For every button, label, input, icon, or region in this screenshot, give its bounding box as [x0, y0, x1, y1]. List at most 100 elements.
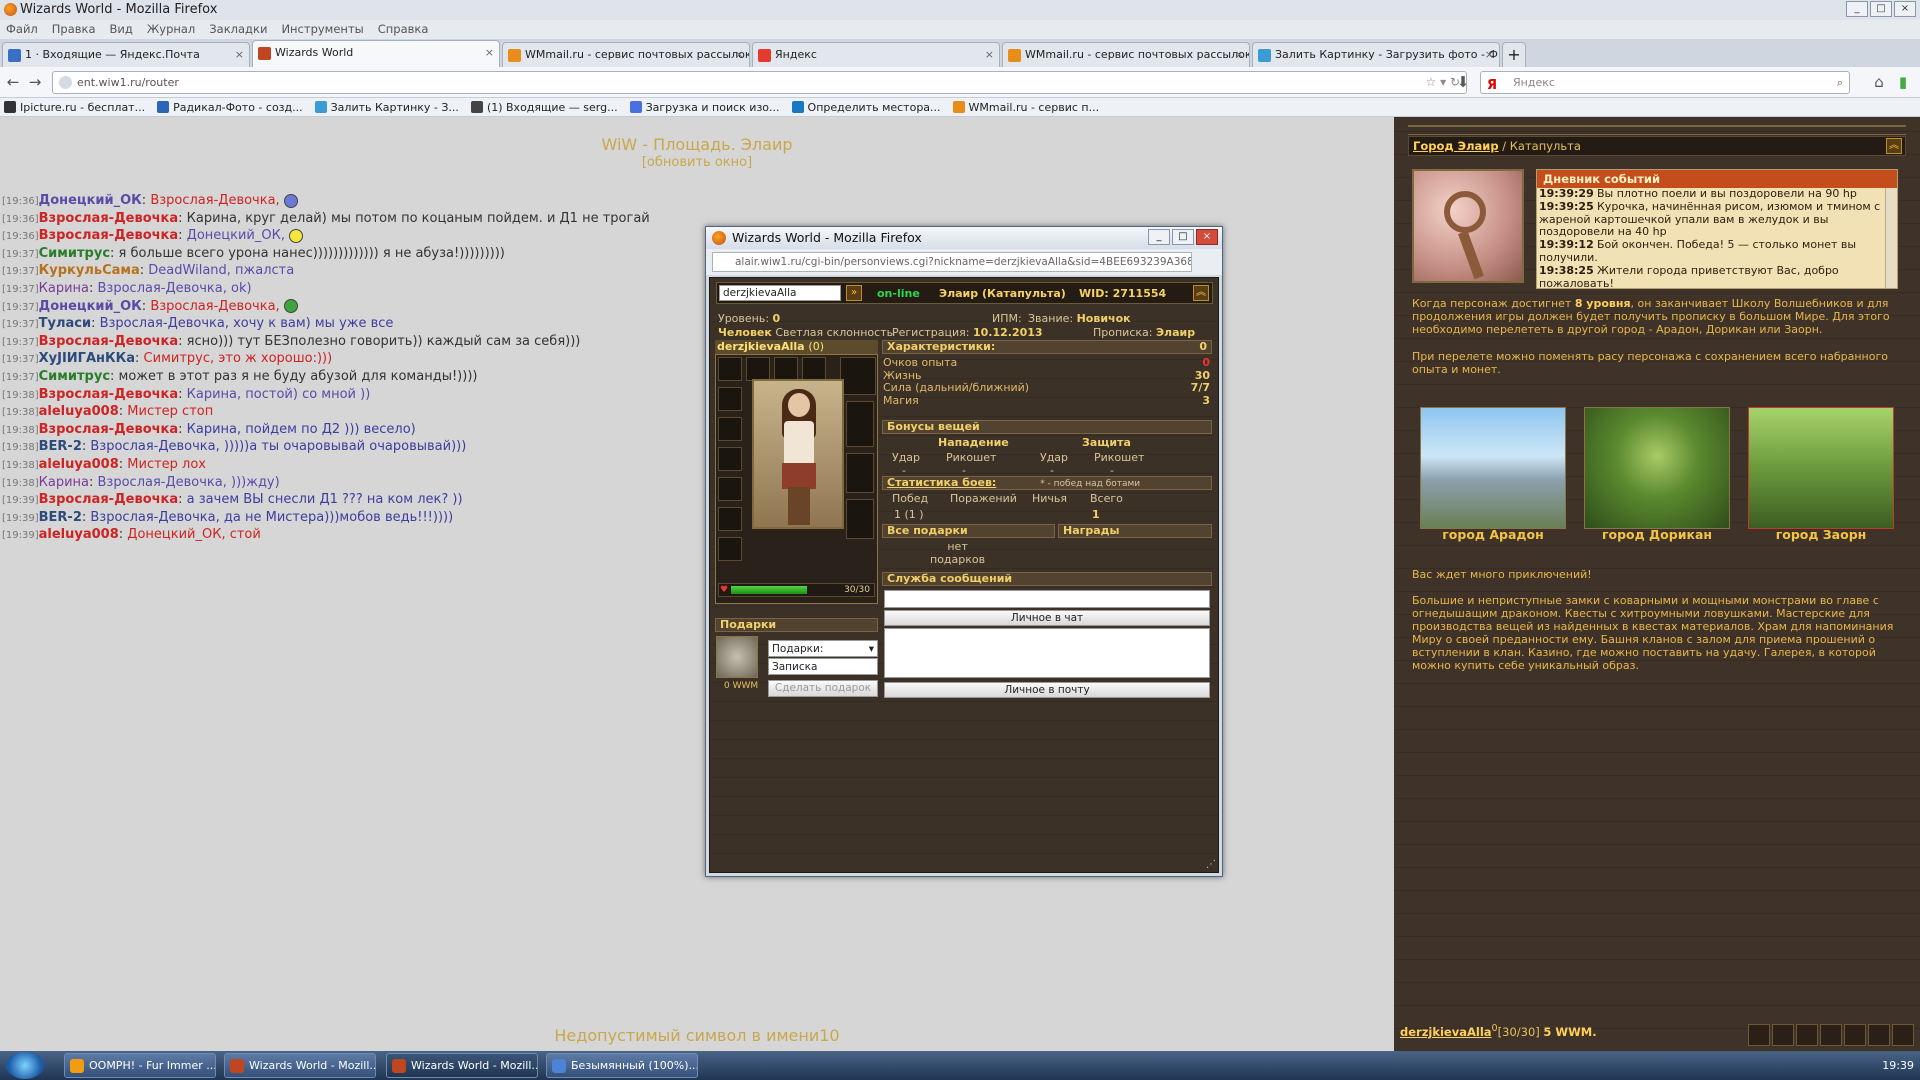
make-gift-button[interactable]: Сделать подарок: [768, 680, 878, 697]
tab-4[interactable]: WMmail.ru - сервис почтовых рассылок... ×: [1002, 42, 1250, 67]
tab-close-icon[interactable]: ×: [485, 41, 494, 65]
chat-nick[interactable]: aleluya008: [39, 527, 119, 542]
diary-scrollbar[interactable]: [1885, 188, 1897, 288]
popup-minimize-button[interactable]: _: [1148, 229, 1170, 245]
chat-nick[interactable]: Симитрус: [39, 369, 110, 384]
shield-slot[interactable]: [846, 453, 874, 493]
chat-nick[interactable]: Взрослая-Девочка: [39, 387, 179, 402]
taskbar-item[interactable]: Wizards World - Mozill...: [386, 1053, 538, 1078]
chat-nick[interactable]: Взрослая-Девочка: [39, 228, 179, 243]
city-dorikan-label[interactable]: город Дорикан: [1577, 527, 1737, 542]
armor-slot[interactable]: [846, 499, 874, 539]
chat-nick[interactable]: Взрослая-Девочка: [39, 334, 179, 349]
tab-1[interactable]: Wizards World ×: [252, 40, 500, 67]
tab-close-icon[interactable]: ×: [1485, 43, 1494, 67]
start-button[interactable]: [6, 1052, 44, 1079]
menu-file[interactable]: Файл: [6, 20, 38, 39]
chat-nick[interactable]: Карина: [39, 475, 89, 490]
bookmark-item[interactable]: Радикал-Фото - созд...: [157, 98, 303, 116]
gift-select[interactable]: Подарки: ▾: [768, 640, 878, 657]
tab-close-icon[interactable]: ×: [735, 43, 744, 67]
private-chat-button[interactable]: Личное в чат: [884, 610, 1210, 626]
bookmark-item[interactable]: WMmail.ru - сервис п...: [952, 98, 1099, 116]
city-aradon-label[interactable]: город Арадон: [1413, 527, 1573, 542]
tab-close-icon[interactable]: ×: [235, 43, 244, 67]
bookmark-item[interactable]: Залить Картинку - З...: [314, 98, 459, 116]
tab-5[interactable]: Залить Картинку - Загрузить фото - Ф... ×: [1252, 42, 1500, 67]
equip-slot[interactable]: [718, 417, 742, 441]
new-tab-button[interactable]: +: [1502, 42, 1526, 67]
menu-edit[interactable]: Правка: [52, 20, 96, 39]
fight-stats-title[interactable]: Статистика боев:: [887, 476, 996, 489]
download-icon[interactable]: ⬇: [1454, 73, 1472, 91]
menu-view[interactable]: Вид: [110, 20, 133, 39]
private-mail-button[interactable]: Личное в почту: [884, 682, 1210, 698]
note-input[interactable]: Записка: [768, 658, 878, 675]
bookmark-item[interactable]: Определить местора...: [791, 98, 941, 116]
menu-history[interactable]: Журнал: [147, 20, 195, 39]
chat-nick[interactable]: Донецкий_ОК: [39, 193, 142, 208]
equip-slot[interactable]: [718, 537, 742, 561]
equip-slot[interactable]: [746, 357, 770, 381]
resize-grip-icon[interactable]: ⋰: [1206, 859, 1216, 870]
chat-nick[interactable]: aleluya008: [39, 457, 119, 472]
url-bar[interactable]: ent.wiw1.ru/router ☆ ▾ ↻: [52, 71, 1467, 94]
chat-nick[interactable]: aleluya008: [39, 404, 119, 419]
equip-slot[interactable]: [718, 357, 742, 381]
mail-message-textarea[interactable]: [884, 628, 1210, 678]
nickname-input[interactable]: derzjkievaAlla: [719, 285, 841, 301]
city-zaorn-label[interactable]: город Заорн: [1741, 527, 1901, 542]
city-aradon-image[interactable]: [1420, 407, 1566, 529]
menu-tools[interactable]: Инструменты: [281, 20, 363, 39]
chat-nick[interactable]: BER-2: [39, 510, 82, 525]
forward-arrow-icon[interactable]: →: [26, 73, 44, 91]
tree-icon[interactable]: [1772, 1024, 1794, 1046]
bookmark-item[interactable]: (1) Входящие — serg...: [470, 98, 618, 116]
popup-maximize-button[interactable]: □: [1172, 229, 1194, 245]
breadcrumb-town[interactable]: Город Элаир: [1413, 139, 1499, 153]
bookmark-item[interactable]: Ipicture.ru - бесплат...: [4, 98, 145, 116]
equip-slot[interactable]: [718, 507, 742, 531]
people-icon[interactable]: [1820, 1024, 1842, 1046]
tab-3[interactable]: Яндекс ×: [752, 42, 1000, 67]
chat-nick[interactable]: Взрослая-Девочка: [39, 211, 179, 226]
chat-nick[interactable]: BER-2: [39, 439, 82, 454]
city-dorikan-image[interactable]: [1584, 407, 1730, 529]
bookmark-item[interactable]: Загрузка и поиск изо...: [629, 98, 780, 116]
minimize-button[interactable]: _: [1846, 1, 1868, 17]
go-arrow-button[interactable]: »: [846, 285, 862, 301]
chat-nick[interactable]: Симитрус: [39, 246, 110, 261]
search-box[interactable]: Я Яндекс ⌕: [1480, 71, 1850, 94]
tab-0[interactable]: 1 · Входящие — Яндекс.Почта ×: [2, 42, 250, 67]
taskbar-item[interactable]: Безымянный (100%)...: [546, 1053, 698, 1078]
chat-message-input[interactable]: [884, 590, 1210, 608]
book-icon[interactable]: [1844, 1024, 1866, 1046]
popup-close-button[interactable]: ×: [1196, 229, 1218, 245]
city-zaorn-image[interactable]: [1748, 407, 1894, 529]
tab-close-icon[interactable]: ×: [1235, 43, 1244, 67]
equip-slot[interactable]: [718, 387, 742, 411]
tab-close-icon[interactable]: ×: [985, 43, 994, 67]
character-name[interactable]: derzjkievaAlla: [717, 340, 805, 353]
menu-help[interactable]: Справка: [378, 20, 429, 39]
taskbar-item[interactable]: OOMPH! - Fur Immer ...: [64, 1053, 216, 1078]
alert-icon[interactable]: [1868, 1024, 1890, 1046]
refresh-link[interactable]: [обновить окно]: [0, 155, 1394, 170]
popup-url-field[interactable]: alair.wiw1.ru/cgi-bin/personviews.cgi?ni…: [712, 252, 1192, 272]
chat-nick[interactable]: Взрослая-Девочка: [39, 422, 179, 437]
weapon-slot[interactable]: [846, 401, 874, 447]
back-arrow-icon[interactable]: ←: [4, 73, 22, 91]
home-icon[interactable]: ⌂: [1870, 73, 1888, 91]
search-icon[interactable]: ⌕: [1837, 72, 1843, 93]
chat-nick[interactable]: Взрослая-Девочка: [39, 492, 179, 507]
maximize-button[interactable]: □: [1870, 1, 1892, 17]
equip-slot[interactable]: [718, 447, 742, 471]
refresh-icon[interactable]: [1748, 1024, 1770, 1046]
close-button[interactable]: ×: [1894, 1, 1916, 17]
user-name[interactable]: derzjkievaAlla: [1400, 1025, 1492, 1039]
equip-slot[interactable]: [718, 477, 742, 501]
equip-slot[interactable]: [774, 357, 798, 381]
taskbar-item[interactable]: Wizards World - Mozill...: [224, 1053, 376, 1078]
collapse-up-button[interactable]: ︽: [1886, 138, 1902, 154]
bag-icon[interactable]: [1796, 1024, 1818, 1046]
